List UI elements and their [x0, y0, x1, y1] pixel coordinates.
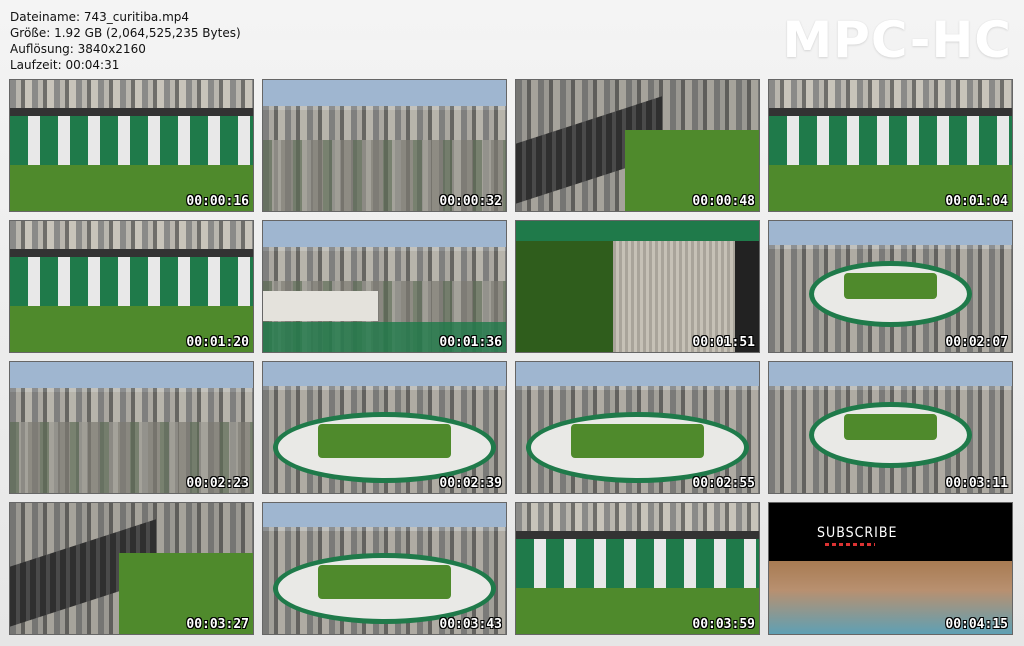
timestamp-label: 00:02:55: [692, 476, 755, 491]
video-thumbnail: 00:02:55: [515, 361, 760, 494]
filesize-text: Größe: 1.92 GB (2,064,525,235 Bytes): [10, 26, 241, 40]
video-thumbnail: 00:03:11: [768, 361, 1013, 494]
timestamp-label: 00:02:23: [186, 476, 249, 491]
subscribe-text: SUBSCRIBE: [817, 525, 898, 541]
video-thumbnail: 00:01:20: [9, 220, 254, 353]
timestamp-label: 00:01:20: [186, 335, 249, 350]
video-thumbnail: 00:02:39: [262, 361, 507, 494]
video-thumbnail: 00:01:36: [262, 220, 507, 353]
video-thumbnail: 00:03:59: [515, 502, 760, 635]
video-thumbnail: 00:02:07: [768, 220, 1013, 353]
timestamp-label: 00:00:32: [439, 194, 502, 209]
timestamp-label: 00:03:43: [439, 617, 502, 632]
timestamp-label: 00:03:11: [945, 476, 1008, 491]
file-info: Dateiname: 743_curitiba.mp4 Größe: 1.92 …: [10, 9, 241, 73]
video-thumbnail: 00:02:23: [9, 361, 254, 494]
video-thumbnail: 00:00:32: [262, 79, 507, 212]
timestamp-label: 00:02:07: [945, 335, 1008, 350]
timestamp-label: 00:03:27: [186, 617, 249, 632]
filename-text: Dateiname: 743_curitiba.mp4: [10, 10, 190, 24]
timestamp-label: 00:00:16: [186, 194, 249, 209]
video-thumbnail: 00:01:51: [515, 220, 760, 353]
timestamp-label: 00:04:15: [945, 617, 1008, 632]
timestamp-label: 00:03:59: [692, 617, 755, 632]
timestamp-label: 00:01:04: [945, 194, 1008, 209]
video-thumbnail: 00:03:27: [9, 502, 254, 635]
timestamp-label: 00:00:48: [692, 194, 755, 209]
timestamp-label: 00:02:39: [439, 476, 502, 491]
mpc-hc-logo: MPC-HC: [782, 11, 1012, 69]
duration-text: Laufzeit: 00:04:31: [10, 58, 120, 72]
video-thumbnail: SUBSCRIBE 00:04:15: [768, 502, 1013, 635]
timestamp-label: 00:01:36: [439, 335, 502, 350]
video-thumbnail: 00:00:16: [9, 79, 254, 212]
thumbnail-grid: 00:00:16 00:00:32 00:00:48 00:01:04 00:01:20…: [9, 79, 1013, 635]
resolution-text: Auflösung: 3840x2160: [10, 42, 146, 56]
video-thumbnail: 00:03:43: [262, 502, 507, 635]
timestamp-label: 00:01:51: [692, 335, 755, 350]
video-thumbnail: 00:00:48: [515, 79, 760, 212]
video-thumbnail: 00:01:04: [768, 79, 1013, 212]
